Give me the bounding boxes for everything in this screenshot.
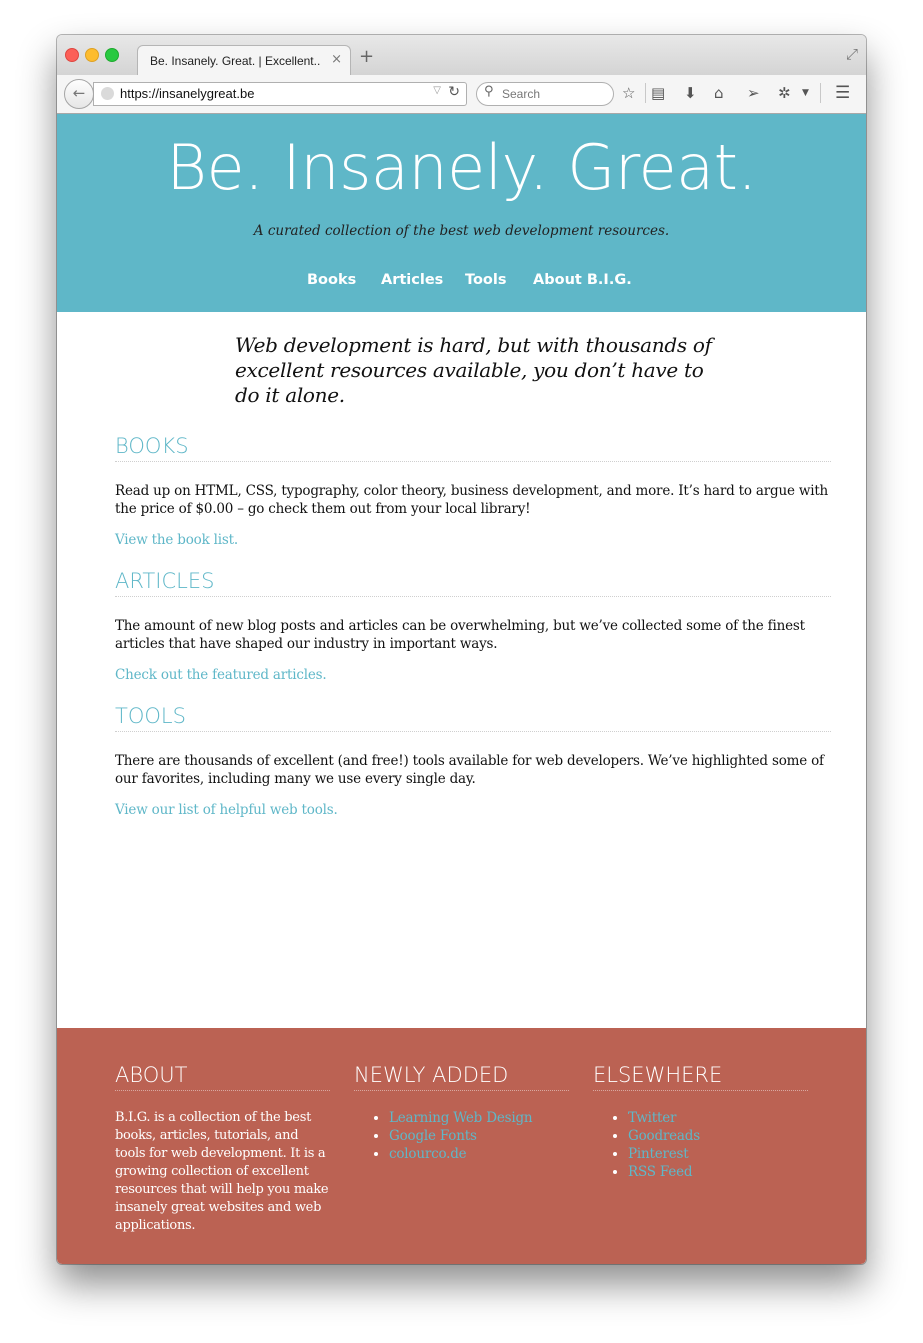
download-icon[interactable]: ⬇ [684, 84, 697, 102]
section-body: Read up on HTML, CSS, typography, color … [115, 483, 829, 517]
link-pinterest[interactable]: Pinterest [628, 1146, 689, 1162]
section-heading: ARTICLES [115, 568, 831, 597]
list-item: Twitter [628, 1109, 808, 1127]
newly-added-list: Learning Web Design Google Fonts colourc… [354, 1109, 569, 1163]
window-close-button[interactable] [65, 48, 79, 62]
new-tab-button[interactable]: + [359, 46, 374, 67]
site-title[interactable]: Be. Insanely. Great. [57, 132, 866, 204]
section-tools: TOOLS There are thousands of excellent (… [115, 703, 831, 818]
intro-statement: Web development is hard, but with thousa… [235, 333, 712, 407]
link-learning-web-design[interactable]: Learning Web Design [389, 1110, 533, 1126]
reload-icon[interactable]: ↻ [448, 84, 460, 100]
web-page: Be. Insanely. Great. A curated collectio… [57, 114, 866, 1264]
footer-heading: ABOUT [115, 1062, 330, 1091]
site-header: Be. Insanely. Great. A curated collectio… [57, 114, 866, 312]
extension-dropdown-icon[interactable]: ▼ [802, 84, 809, 102]
home-icon[interactable]: ⌂ [714, 84, 724, 102]
window-zoom-button[interactable] [105, 48, 119, 62]
section-articles: ARTICLES The amount of new blog posts an… [115, 568, 831, 683]
section-heading: BOOKS [115, 433, 831, 462]
link-google-fonts[interactable]: Google Fonts [389, 1128, 477, 1144]
site-tagline: A curated collection of the best web dev… [253, 223, 670, 239]
nav-link-tools[interactable]: Tools [465, 272, 507, 288]
link-rss-feed[interactable]: RSS Feed [628, 1164, 693, 1180]
menu-icon[interactable]: ☰ [835, 84, 850, 102]
link-colourco[interactable]: colourco.de [389, 1146, 467, 1162]
footer-elsewhere: ELSEWHERE Twitter Goodreads Pinterest RS… [593, 1062, 808, 1181]
web-tools-link[interactable]: View our list of helpful web tools. [115, 802, 831, 818]
nav-link-about[interactable]: About B.I.G. [533, 272, 632, 288]
back-arrow-icon: ← [72, 84, 86, 102]
list-item: Pinterest [628, 1145, 808, 1163]
footer-about-text: B.I.G. is a collection of the best books… [115, 1110, 329, 1233]
navigation-toolbar: https://insanelygreat.be ▽ ↻ ← ⚲ Search … [57, 75, 866, 114]
list-item: RSS Feed [628, 1163, 808, 1181]
search-input[interactable]: ⚲ Search [476, 82, 614, 106]
globe-icon [101, 87, 114, 100]
list-item: Google Fonts [389, 1127, 569, 1145]
nav-link-articles[interactable]: Articles [381, 272, 443, 288]
toolbar-separator [645, 83, 646, 103]
send-icon[interactable]: ➢ [747, 84, 760, 102]
site-footer: ABOUT B.I.G. is a collection of the best… [57, 1028, 866, 1264]
search-placeholder: Search [502, 87, 541, 101]
browser-window: Be. Insanely. Great. | Excellent... × + … [57, 35, 866, 1264]
footer-newly-added: NEWLY ADDED Learning Web Design Google F… [354, 1062, 569, 1163]
section-heading: TOOLS [115, 703, 831, 732]
tab-title: Be. Insanely. Great. | Excellent... [150, 54, 320, 68]
tab-active[interactable]: Be. Insanely. Great. | Excellent... × [137, 45, 351, 76]
url-dropdown-icon[interactable]: ▽ [433, 85, 441, 96]
extension-icon[interactable]: ✲ [778, 84, 791, 102]
section-body: The amount of new blog posts and article… [115, 618, 805, 652]
link-goodreads[interactable]: Goodreads [628, 1128, 700, 1144]
list-item: colourco.de [389, 1145, 569, 1163]
nav-link-books[interactable]: Books [307, 272, 356, 288]
window-minimize-button[interactable] [85, 48, 99, 62]
bookmark-star-icon[interactable]: ☆ [622, 84, 635, 102]
tab-bar: Be. Insanely. Great. | Excellent... × + … [57, 35, 866, 76]
footer-heading: NEWLY ADDED [354, 1062, 569, 1091]
list-item: Goodreads [628, 1127, 808, 1145]
elsewhere-list: Twitter Goodreads Pinterest RSS Feed [593, 1109, 808, 1181]
back-button[interactable]: ← [64, 79, 94, 109]
list-item: Learning Web Design [389, 1109, 569, 1127]
section-body: There are thousands of excellent (and fr… [115, 753, 824, 787]
footer-about: ABOUT B.I.G. is a collection of the best… [115, 1062, 330, 1235]
fullscreen-icon[interactable]: ⤢ [846, 45, 858, 63]
search-icon: ⚲ [484, 84, 494, 99]
address-bar[interactable]: https://insanelygreat.be ▽ ↻ [93, 82, 467, 106]
section-books: BOOKS Read up on HTML, CSS, typography, … [115, 433, 831, 548]
featured-articles-link[interactable]: Check out the featured articles. [115, 667, 831, 683]
reading-list-icon[interactable]: ▤ [651, 84, 665, 102]
url-text[interactable]: https://insanelygreat.be [120, 86, 254, 101]
link-twitter[interactable]: Twitter [628, 1110, 676, 1126]
tab-close-icon[interactable]: × [331, 52, 342, 67]
footer-heading: ELSEWHERE [593, 1062, 808, 1091]
toolbar-separator [820, 83, 821, 103]
view-book-list-link[interactable]: View the book list. [115, 532, 831, 548]
